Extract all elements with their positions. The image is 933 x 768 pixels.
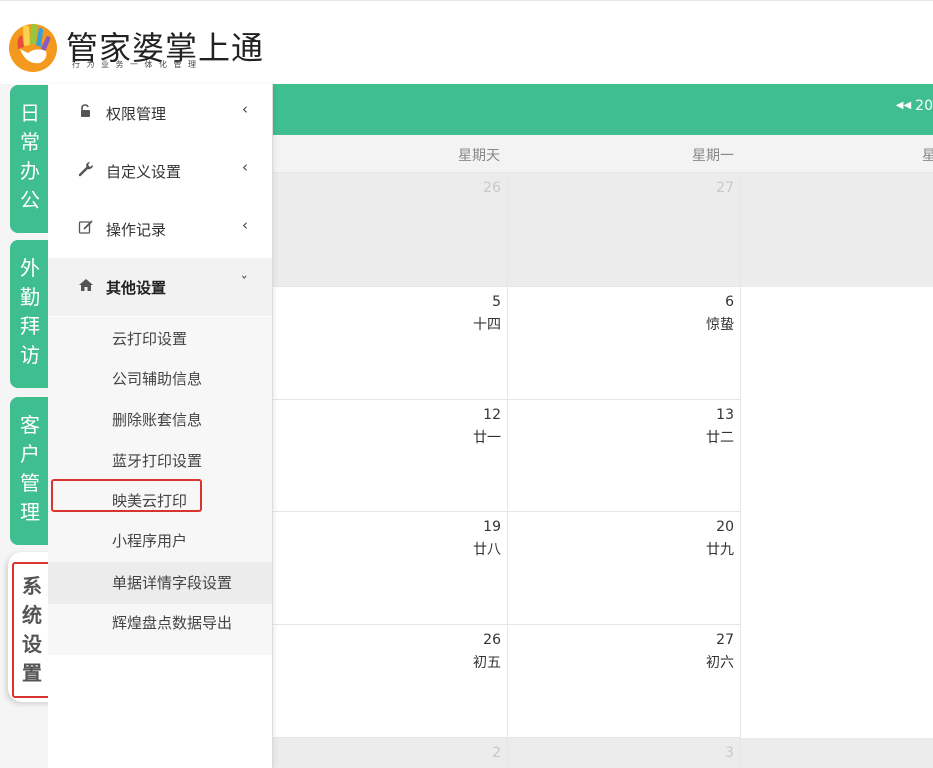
calendar-row: 26 27 [272, 173, 933, 287]
day-number: 27 [716, 180, 734, 196]
tab-field-visit[interactable]: 外勤拜访 [10, 240, 50, 388]
menu-item-label: 权限管理 [106, 105, 167, 123]
calendar-row: 12 廿一 13 廿二 [272, 400, 933, 512]
submenu-item-delete-account[interactable]: 删除账套信息 [112, 409, 202, 430]
calendar-cell[interactable]: 20 廿九 [508, 512, 741, 625]
lunar-date: 廿二 [706, 430, 734, 446]
calendar-cell[interactable]: 6 惊蛰 [508, 287, 741, 400]
submenu-item-inventory-export[interactable]: 辉煌盘点数据导出 [112, 612, 232, 633]
submenu-item-bluetooth-print[interactable]: 蓝牙打印设置 [112, 450, 202, 471]
calendar-cell[interactable]: 27 [508, 173, 741, 287]
menu-item-label: 其他设置 [106, 279, 167, 297]
lunar-date: 初五 [473, 655, 501, 671]
calendar-cell[interactable]: 26 初五 [272, 625, 508, 738]
day-number: 2 [492, 745, 501, 761]
chevron-left-icon: ‹ [242, 158, 248, 176]
menu-item-permissions[interactable]: 权限管理 ‹ [48, 84, 272, 142]
tab-daily-office[interactable]: 日常办公 [10, 85, 50, 233]
weekday-monday: 星期一 [692, 148, 734, 164]
chevron-left-icon: ‹ [242, 216, 248, 234]
menu-item-other-settings[interactable]: 其他设置 ˇ [48, 258, 272, 316]
day-number: 27 [716, 632, 734, 648]
weekday-tuesday-partial: 星 [922, 148, 933, 164]
double-arrow-left-icon[interactable]: ◀◀ [896, 100, 911, 111]
day-number: 6 [725, 294, 734, 310]
chevron-left-icon: ‹ [242, 100, 248, 118]
day-number: 3 [725, 745, 734, 761]
top-bar: 管家婆掌上通 行为业务一体化管理 [0, 0, 933, 84]
calendar-cell[interactable]: 26 [272, 173, 508, 287]
home-icon [79, 279, 93, 291]
day-number: 5 [492, 294, 501, 310]
tab-system-settings[interactable]: 系统设置 [12, 562, 52, 698]
day-number: 12 [483, 407, 501, 423]
tab-label: 客户管理 [20, 413, 40, 524]
tab-label: 日常办公 [20, 101, 40, 212]
chevron-down-icon: ˇ [240, 274, 249, 292]
weekday-header: 星期天 星期一 星 [272, 135, 933, 173]
calendar-nav[interactable]: ◀◀ 20 [896, 98, 933, 114]
day-number: 20 [716, 519, 734, 535]
calendar-nav-text: 20 [915, 98, 933, 114]
calendar-cell[interactable]: 5 十四 [272, 287, 508, 400]
submenu-item-mini-program-users[interactable]: 小程序用户 [112, 530, 187, 551]
lunar-date: 廿八 [473, 542, 501, 558]
calendar-cell[interactable]: 2 [272, 738, 508, 768]
weekday-sunday: 星期天 [458, 148, 500, 164]
edit-icon [78, 220, 93, 234]
menu-item-custom-settings[interactable]: 自定义设置 ‹ [48, 142, 272, 200]
lunar-date: 廿一 [473, 430, 501, 446]
calendar-row: 2 3 [272, 738, 933, 768]
day-number: 19 [483, 519, 501, 535]
tab-label: 外勤拜访 [20, 256, 40, 367]
day-number: 13 [716, 407, 734, 423]
submenu-item-document-fields[interactable]: 单据详情字段设置 [112, 572, 232, 593]
settings-menu: 权限管理 ‹ 自定义设置 ‹ 操作记录 ‹ 其他设置 ˇ 云打印设置 公司辅助信… [48, 84, 273, 768]
calendar-row: 5 十四 6 惊蛰 [272, 287, 933, 400]
highlight-box [51, 479, 202, 512]
submenu-item-company-info[interactable]: 公司辅助信息 [112, 368, 202, 389]
menu-item-label: 自定义设置 [106, 163, 182, 181]
menu-item-label: 操作记录 [106, 221, 167, 239]
calendar-header: ◀◀ 20 [272, 84, 933, 135]
lunar-date: 初六 [706, 655, 734, 671]
hand-logo-icon [9, 23, 57, 72]
lunar-date: 惊蛰 [706, 317, 734, 333]
tab-customer-management[interactable]: 客户管理 [10, 397, 50, 545]
day-number: 26 [483, 180, 501, 196]
brand-subtitle: 行为业务一体化管理 [72, 60, 203, 69]
tab-label: 系统设置 [22, 574, 42, 685]
calendar-cell[interactable]: 12 廿一 [272, 400, 508, 512]
lock-icon [81, 104, 90, 117]
calendar-row: 19 廿八 20 廿九 [272, 512, 933, 625]
lunar-date: 十四 [473, 317, 501, 333]
lunar-date: 廿九 [706, 542, 734, 558]
submenu-item-cloud-print[interactable]: 云打印设置 [112, 328, 187, 349]
menu-item-operation-log[interactable]: 操作记录 ‹ [48, 200, 272, 258]
wrench-icon [78, 162, 93, 177]
calendar-cell[interactable]: 19 廿八 [272, 512, 508, 625]
day-number: 26 [483, 632, 501, 648]
calendar-cell[interactable]: 27 初六 [508, 625, 741, 738]
calendar-cell[interactable]: 13 廿二 [508, 400, 741, 512]
calendar-row: 26 初五 27 初六 [272, 625, 933, 738]
calendar-cell[interactable]: 3 [508, 738, 741, 768]
